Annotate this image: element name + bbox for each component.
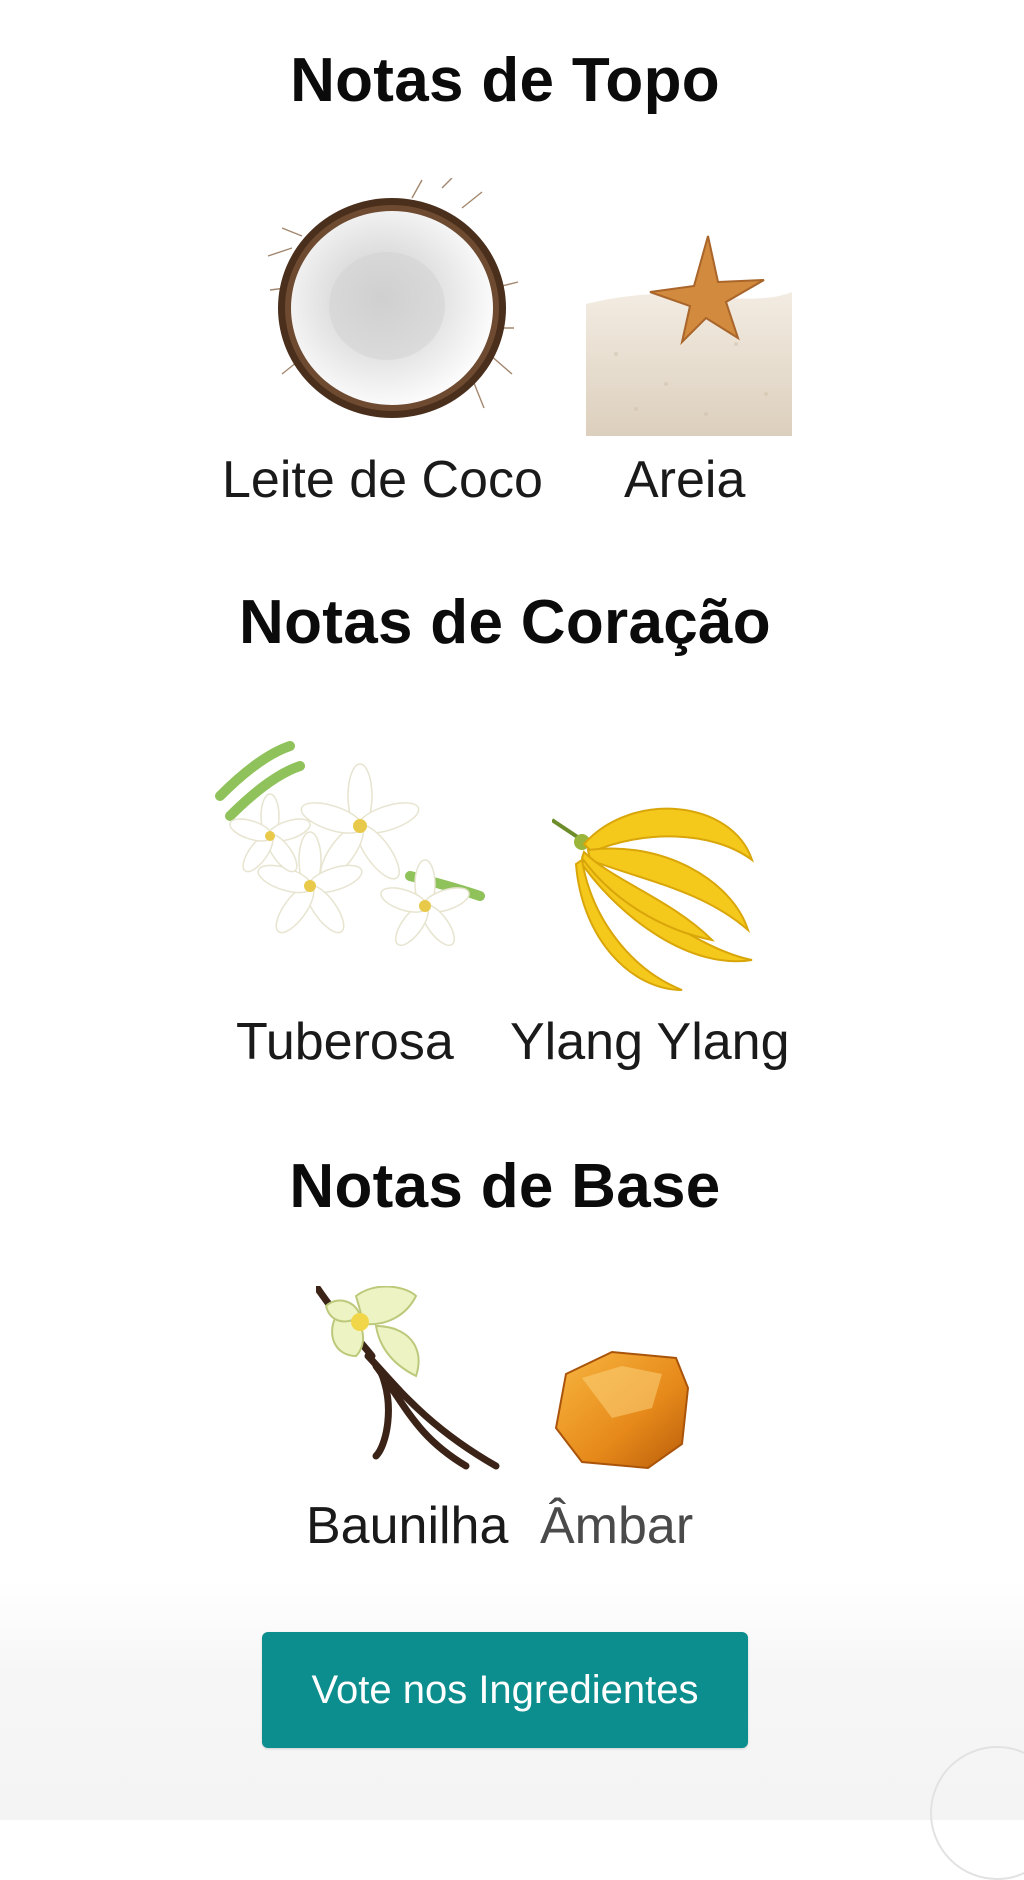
- note-label-ambar: Âmbar: [540, 1497, 694, 1555]
- section-title-base-notes: Notas de Base: [289, 1152, 721, 1221]
- note-label-baunilha: Baunilha: [306, 1497, 509, 1555]
- note-label-tuberosa: Tuberosa: [236, 1013, 454, 1071]
- section-title-heart-notes: Notas de Coração: [239, 588, 771, 657]
- tuberose-flower-icon: [215, 741, 485, 947]
- note-label-areia: Areia: [624, 451, 746, 509]
- vanilla-icon: [316, 1286, 500, 1470]
- section-title-top-notes: Notas de Topo: [290, 46, 720, 115]
- vote-ingredients-button[interactable]: Vote nos Ingredientes: [262, 1632, 748, 1748]
- ylang-ylang-flower-icon: [552, 807, 754, 991]
- starfish-sand-icon: [586, 234, 792, 436]
- coconut-icon: [267, 178, 519, 418]
- amber-icon: [554, 1350, 690, 1470]
- note-label-ylang-ylang: Ylang Ylang: [510, 1013, 790, 1071]
- note-label-leite-de-coco: Leite de Coco: [222, 451, 543, 509]
